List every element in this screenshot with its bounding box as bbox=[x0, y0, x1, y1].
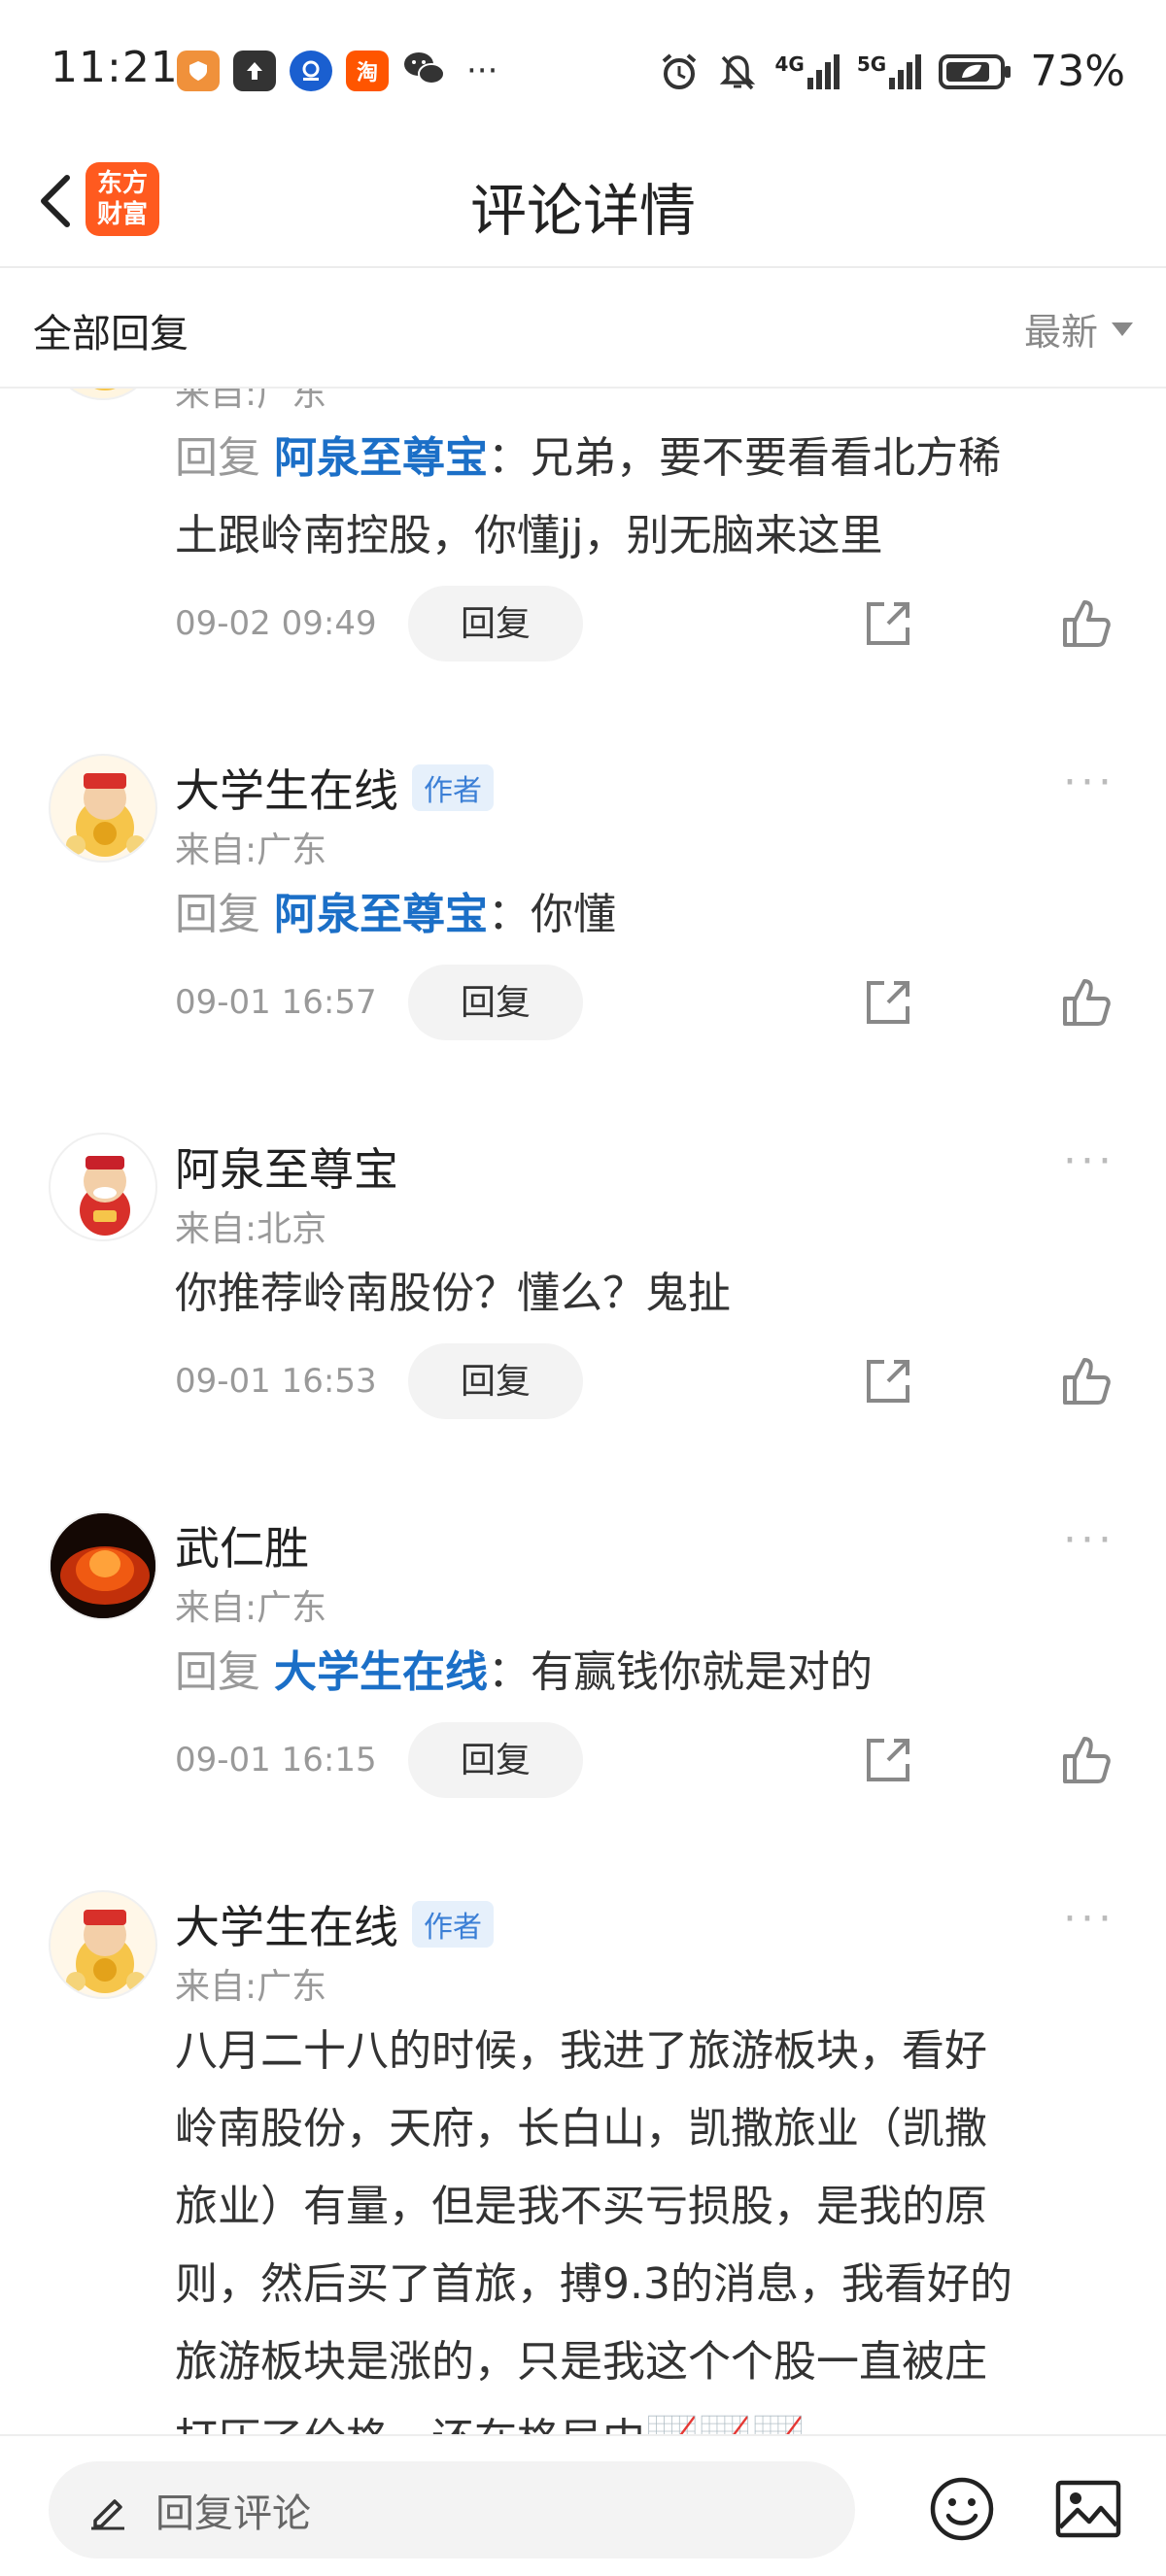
emoji-icon[interactable] bbox=[928, 2475, 996, 2543]
more-notifications-icon: ··· bbox=[466, 51, 498, 90]
taobao-app-label: 淘 bbox=[356, 61, 378, 85]
taobao-shield-app-icon bbox=[177, 51, 220, 91]
comment-text-line: 岭南股份，天府，长白山，凯撒旅业（凯撒 bbox=[175, 2104, 987, 2153]
comment-text-line1: ：兄弟，要不要看看北方稀 bbox=[488, 433, 1001, 483]
sort-dropdown[interactable]: 最新 bbox=[1024, 302, 1133, 356]
author-name: 大学生在线 bbox=[175, 1901, 398, 1953]
alarm-icon bbox=[662, 52, 696, 89]
avatar[interactable] bbox=[49, 1890, 157, 1999]
comment-text: 回复 阿泉至尊宝：你懂 bbox=[175, 876, 1108, 954]
author-badge: 作者 bbox=[412, 764, 494, 811]
all-replies-label: 全部回复 bbox=[33, 312, 189, 356]
share-icon[interactable] bbox=[861, 1733, 915, 1787]
comment-text: 回复 大学生在线：有赢钱你就是对的 bbox=[175, 1634, 1108, 1712]
author-name: 阿泉至尊宝 bbox=[175, 1143, 398, 1196]
comment-time: 09-01 16:53 bbox=[175, 1362, 377, 1401]
filter-bar: 全部回复 最新 bbox=[0, 268, 1166, 389]
comment-location: 来自:广东 bbox=[175, 1588, 327, 1628]
comment-text-content: ：有赢钱你就是对的 bbox=[488, 1647, 873, 1697]
pencil-icon bbox=[91, 2499, 124, 2530]
comment-text-line: 旅游板块是涨的，只是我这个个股一直被庄 bbox=[175, 2337, 987, 2387]
reply-comment-input[interactable]: 回复评论 bbox=[49, 2461, 855, 2559]
comment-location: 来自:北京 bbox=[175, 1209, 327, 1249]
reply-input-placeholder: 回复评论 bbox=[155, 2491, 311, 2536]
like-icon[interactable] bbox=[1059, 1354, 1114, 1408]
comment-text: 你推荐岭南股份？懂么？鬼扯 bbox=[175, 1269, 731, 1318]
signal-4g-icon: 4G bbox=[774, 51, 840, 89]
avatar[interactable] bbox=[49, 754, 157, 863]
share-icon[interactable] bbox=[861, 1354, 915, 1408]
reply-prefix: 回复 bbox=[175, 1647, 260, 1697]
reply-button[interactable]: 回复 bbox=[408, 586, 583, 661]
bottom-bar: 回复评论 bbox=[0, 2434, 1166, 2576]
comment-author[interactable]: 大学生在线 作者 bbox=[175, 1892, 494, 1956]
like-icon[interactable] bbox=[1059, 1733, 1114, 1787]
system-icons: 4G 5G 73% bbox=[659, 47, 1125, 96]
comment-text-line: 八月二十八的时候，我进了旅游板块，看好 bbox=[175, 2026, 987, 2076]
notification-icons: 淘 ··· bbox=[177, 49, 497, 93]
comment-text: 八月二十八的时候，我进了旅游板块，看好 岭南股份，天府，长白山，凯撒旅业（凯撒 … bbox=[175, 2013, 1108, 2479]
page-header: 东方 财富 评论详情 bbox=[0, 146, 1166, 268]
more-options-icon[interactable]: ··· bbox=[1063, 1894, 1115, 1944]
more-options-icon[interactable]: ··· bbox=[1063, 1136, 1115, 1186]
reply-prefix: 回复 bbox=[175, 890, 260, 939]
mention-link[interactable]: 大学生在线 bbox=[274, 1647, 488, 1697]
avatar[interactable] bbox=[49, 1511, 157, 1620]
status-bar: 11:21 淘 ··· 4G 5G 73% bbox=[0, 0, 1166, 146]
image-icon[interactable] bbox=[1054, 2479, 1122, 2539]
comment-text-line: 旅业）有量，但是我不买亏损股，是我的原 bbox=[175, 2182, 987, 2231]
battery-icon bbox=[939, 53, 1012, 89]
wechat-icon bbox=[402, 49, 447, 93]
share-icon[interactable] bbox=[861, 596, 915, 651]
page-title: 评论详情 bbox=[469, 178, 696, 244]
comment-location: 来自:广东 bbox=[175, 1967, 327, 2007]
reply-prefix: 回复 bbox=[175, 433, 260, 483]
network-4g-label: 4G bbox=[774, 51, 805, 76]
like-icon[interactable] bbox=[1059, 975, 1114, 1030]
author-name: 大学生在线 bbox=[175, 764, 398, 817]
mute-bell-icon bbox=[719, 54, 755, 89]
comment-text-line: 则，然后买了首旅，搏9.3的消息，我看好的 bbox=[175, 2259, 1012, 2309]
author-name: 武仁胜 bbox=[175, 1522, 309, 1575]
sort-value: 最新 bbox=[1023, 311, 1098, 354]
comment-location: 来自:广东 bbox=[175, 830, 327, 870]
comment-text-content: ：你懂 bbox=[488, 890, 616, 939]
reply-button[interactable]: 回复 bbox=[408, 965, 583, 1040]
network-5g-label: 5G bbox=[856, 51, 887, 76]
more-options-icon[interactable]: ··· bbox=[1063, 1515, 1115, 1565]
comment-time: 09-01 16:57 bbox=[175, 983, 377, 1022]
comment-time: 09-01 16:15 bbox=[175, 1741, 377, 1779]
mention-link[interactable]: 阿泉至尊宝 bbox=[274, 890, 488, 939]
more-options-icon[interactable]: ··· bbox=[1063, 758, 1115, 807]
status-time: 11:21 bbox=[51, 43, 179, 92]
dropdown-arrow-icon bbox=[1112, 322, 1133, 336]
comment-author[interactable]: 大学生在线 作者 bbox=[175, 756, 494, 820]
signal-5g-icon: 5G bbox=[856, 51, 922, 89]
reply-button[interactable]: 回复 bbox=[408, 1343, 583, 1419]
avatar[interactable] bbox=[49, 1133, 157, 1241]
share-icon[interactable] bbox=[861, 975, 915, 1030]
reply-button[interactable]: 回复 bbox=[408, 1722, 583, 1798]
comment-author[interactable]: 阿泉至尊宝 bbox=[175, 1135, 398, 1199]
author-badge: 作者 bbox=[412, 1901, 494, 1948]
taobao-app-icon: 淘 bbox=[346, 51, 389, 91]
mention-link[interactable]: 阿泉至尊宝 bbox=[274, 433, 488, 483]
blue-app-icon bbox=[290, 51, 332, 91]
comment-author[interactable]: 武仁胜 bbox=[175, 1513, 309, 1577]
battery-percent: 73% bbox=[1030, 47, 1125, 96]
like-icon[interactable] bbox=[1059, 596, 1114, 651]
comment-time: 09-02 09:49 bbox=[175, 604, 377, 643]
upload-app-icon bbox=[233, 51, 276, 91]
comment-text: 回复 阿泉至尊宝：兄弟，要不要看看北方稀 土跟岭南控股，你懂jj，别无脑来这里 bbox=[175, 420, 1108, 575]
comment-text-line2: 土跟岭南控股，你懂jj，别无脑来这里 bbox=[175, 511, 883, 560]
